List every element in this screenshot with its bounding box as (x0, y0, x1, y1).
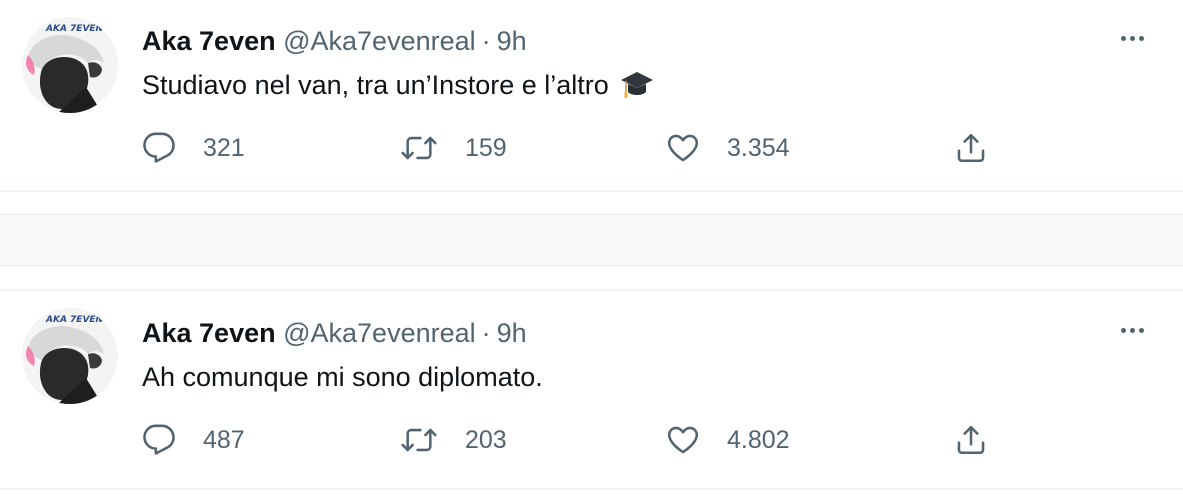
tweet-text: Studiavo nel van, tra un’Instore e l’alt… (142, 68, 654, 108)
tweet-actions: 487 203 4.802 (142, 420, 1002, 460)
timestamp[interactable]: 9h (497, 318, 527, 348)
share-icon (957, 133, 985, 163)
like-count: 3.354 (727, 133, 790, 162)
heart-icon (667, 426, 699, 454)
reply-button[interactable]: 321 (142, 128, 245, 168)
like-count: 4.802 (727, 425, 790, 454)
author-name[interactable]: Aka 7even (142, 318, 276, 348)
like-button[interactable]: 4.802 (666, 420, 790, 460)
thread-gap (0, 214, 1183, 266)
reply-icon (143, 132, 175, 163)
author-name[interactable]: Aka 7even (142, 26, 276, 56)
avatar-logo-text: AKA 7EVEN (45, 315, 104, 325)
tweet[interactable]: AKA 7EVEN Aka 7even @Aka7evenreal · 9h Ah … (0, 292, 1183, 488)
retweet-count: 159 (465, 133, 507, 162)
graduation-cap-icon (620, 68, 654, 108)
avatar-image: AKA 7EVEN (22, 17, 118, 113)
retweet-button[interactable]: 159 (400, 128, 507, 168)
retweet-icon (401, 136, 437, 160)
separator-dot: · (481, 318, 491, 348)
more-dot (1129, 35, 1135, 41)
author-handle[interactable]: @Aka7evenreal (283, 318, 476, 348)
tweet-text-content: Ah comunque mi sono diplomato. (142, 362, 543, 392)
more-dot (1120, 327, 1126, 333)
avatar-image: AKA 7EVEN (22, 308, 118, 404)
tweet-header: Aka 7even @Aka7evenreal · 9h (142, 25, 527, 57)
divider (0, 190, 1183, 192)
tweet-actions: 321 159 3.354 (142, 128, 1002, 168)
reply-count: 321 (203, 133, 245, 162)
reply-button[interactable]: 487 (142, 420, 245, 460)
retweet-icon (401, 428, 437, 452)
divider (0, 289, 1183, 291)
more-dot (1120, 35, 1126, 41)
reply-icon (143, 424, 175, 455)
timestamp[interactable]: 9h (497, 26, 527, 56)
separator-dot: · (481, 26, 491, 56)
avatar[interactable]: AKA 7EVEN (22, 17, 118, 113)
tweet-header: Aka 7even @Aka7evenreal · 9h (142, 317, 527, 349)
share-button[interactable] (954, 420, 988, 460)
heart-icon (667, 134, 699, 162)
more-dot (1138, 327, 1144, 333)
more-dot (1138, 35, 1144, 41)
reply-count: 487 (203, 425, 245, 454)
more-options-button[interactable] (1115, 318, 1149, 342)
tweet[interactable]: AKA 7EVEN Aka 7even @Aka7evenreal · 9h Stu… (0, 0, 1183, 190)
divider (0, 488, 1183, 490)
like-button[interactable]: 3.354 (666, 128, 790, 168)
avatar[interactable]: AKA 7EVEN (22, 308, 118, 404)
more-options-button[interactable] (1115, 26, 1149, 50)
share-icon (957, 425, 985, 455)
more-dot (1129, 327, 1135, 333)
retweet-button[interactable]: 203 (400, 420, 507, 460)
tweet-text-content: Studiavo nel van, tra un’Instore e l’alt… (142, 70, 609, 100)
tweet-text: Ah comunque mi sono diplomato. (142, 360, 543, 394)
avatar-logo-text: AKA 7EVEN (45, 24, 104, 34)
share-button[interactable] (954, 128, 988, 168)
retweet-count: 203 (465, 425, 507, 454)
author-handle[interactable]: @Aka7evenreal (283, 26, 476, 56)
